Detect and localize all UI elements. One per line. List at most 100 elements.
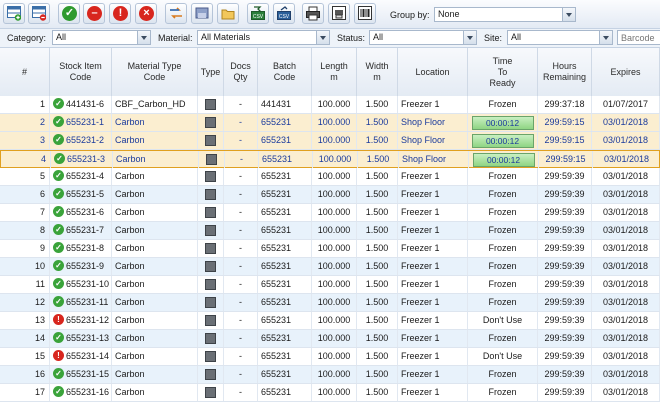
group-by-select[interactable]: None: [434, 7, 576, 22]
col-length[interactable]: Length m: [312, 48, 357, 96]
length-value: 100.000: [312, 222, 357, 239]
col-time-to-ready[interactable]: Time To Ready: [468, 48, 538, 96]
remove-grid-icon: [32, 6, 46, 21]
hours-remaining: 299:59:39: [538, 186, 592, 203]
table-row[interactable]: 10 ✓ 655231-9 Carbon -655231 100.000 1.500 Free…: [0, 258, 660, 276]
hours-remaining: 299:59:39: [538, 258, 592, 275]
barcode-input[interactable]: [617, 30, 660, 45]
width-value: 1.500: [357, 114, 398, 131]
table-row[interactable]: 17 ✓ 655231-16 Carbon -655231 100.000 1.500 Fre…: [0, 384, 660, 402]
table-row[interactable]: 2 ✓ 655231-1 Carbon -655231 100.000 1.500 Shop …: [0, 114, 660, 132]
table-row[interactable]: 3 ✓ 655231-2 Carbon -655231 100.000 1.500 Shop …: [0, 132, 660, 150]
csv-import-button[interactable]: CSV: [247, 3, 269, 24]
chevron-down-icon[interactable]: [562, 8, 575, 21]
status-ok-icon: ✓: [53, 206, 64, 218]
location-value: Freezer 1: [398, 240, 468, 257]
docs-qty: -: [224, 348, 258, 365]
batch-code: 655231: [258, 132, 312, 149]
table-row[interactable]: 9 ✓ 655231-8 Carbon -655231 100.000 1.500 Freez…: [0, 240, 660, 258]
table-row[interactable]: 15! 655231-14 Carbon -655231 100.000 1.500 Fre…: [0, 348, 660, 366]
col-expires[interactable]: Expires: [592, 48, 660, 96]
length-value: 100.000: [312, 384, 357, 401]
status-ok-icon: ✓: [53, 170, 64, 182]
col-docs-qty[interactable]: Docs Qty: [224, 48, 258, 96]
table-row[interactable]: 1 ✓ 441431-6 CBF_Carbon_HD -441431 100.000 1.5…: [0, 96, 660, 114]
stop-button[interactable]: –: [83, 3, 105, 24]
cancel-icon: ×: [139, 6, 154, 21]
cancel-button[interactable]: ×: [135, 3, 157, 24]
location-value: Shop Floor: [399, 151, 469, 168]
type-cell: [198, 96, 224, 113]
hours-remaining: 299:59:39: [538, 276, 592, 293]
col-material-type-code[interactable]: Material Type Code: [112, 48, 198, 96]
stock-item-code: ✓ 655231-7: [50, 222, 112, 239]
batch-code: 655231: [258, 294, 312, 311]
table-row[interactable]: 7 ✓ 655231-6 Carbon -655231 100.000 1.500 Freez…: [0, 204, 660, 222]
chevron-down-icon[interactable]: [137, 31, 150, 44]
transfer-button[interactable]: [165, 3, 187, 24]
location-button[interactable]: [191, 3, 213, 24]
col-stock-item-code[interactable]: Stock Item Code: [50, 48, 112, 96]
time-to-ready: Frozen: [468, 258, 538, 275]
folder-button[interactable]: [217, 3, 239, 24]
table-row[interactable]: 6 ✓ 655231-5 Carbon -655231 100.000 1.500 Freez…: [0, 186, 660, 204]
stock-item-code: ✓ 655231-2: [50, 132, 112, 149]
material-select[interactable]: All Materials: [197, 30, 330, 45]
time-to-ready: Frozen: [468, 384, 538, 401]
stock-item-code-text: 441431-6: [66, 99, 105, 109]
table-row[interactable]: 14 ✓ 655231-13 Carbon -655231 100.000 1.500 Fre…: [0, 330, 660, 348]
chevron-down-icon[interactable]: [599, 31, 612, 44]
docs-qty: -: [224, 132, 258, 149]
col-num[interactable]: #: [0, 48, 50, 96]
roll-type-icon: [205, 171, 216, 183]
status-select[interactable]: All: [369, 30, 477, 45]
length-value: 100.000: [312, 186, 357, 203]
add-grid-button[interactable]: [3, 3, 25, 24]
remove-grid-button[interactable]: [28, 3, 50, 24]
table-row[interactable]: 12 ✓ 655231-11 Carbon -655231 100.000 1.500 Fre…: [0, 294, 660, 312]
site-select[interactable]: All: [507, 30, 613, 45]
expires-date: 03/01/2018: [592, 348, 660, 365]
csv-export-button[interactable]: CSV: [273, 3, 295, 24]
batch-code: 655231: [258, 312, 312, 329]
table-row[interactable]: 5 ✓ 655231-4 Carbon -655231 100.000 1.500 Freez…: [0, 168, 660, 186]
stock-item-code-text: 655231-3: [67, 154, 106, 164]
table-row[interactable]: 13! 655231-12 Carbon -655231 100.000 1.500 Fre…: [0, 312, 660, 330]
time-to-ready: Frozen: [468, 240, 538, 257]
alert-button[interactable]: !: [109, 3, 131, 24]
col-hours-remaining[interactable]: Hours Remaining: [538, 48, 592, 96]
col-type[interactable]: Type: [198, 48, 224, 96]
type-cell: [199, 151, 225, 168]
col-location[interactable]: Location: [398, 48, 468, 96]
batch-code: 655231: [258, 276, 312, 293]
hours-remaining: 299:59:39: [538, 222, 592, 239]
table-row[interactable]: 8 ✓ 655231-7 Carbon -655231 100.000 1.500 Freez…: [0, 222, 660, 240]
batch-code: 655231: [258, 258, 312, 275]
hours-remaining: 299:59:39: [538, 312, 592, 329]
table-row[interactable]: 16 ✓ 655231-15 Carbon -655231 100.000 1.500 Fre…: [0, 366, 660, 384]
batch-code: 655231: [258, 168, 312, 185]
chevron-down-icon[interactable]: [463, 31, 476, 44]
location-value: Freezer 1: [398, 222, 468, 239]
table-row[interactable]: 11 ✓ 655231-10 Carbon -655231 100.000 1.500 Fre…: [0, 276, 660, 294]
col-width[interactable]: Width m: [357, 48, 398, 96]
barcode-button[interactable]: [354, 3, 376, 24]
stock-item-code-text: 655231-16: [66, 387, 110, 397]
material-type-code: Carbon: [112, 384, 198, 401]
chevron-down-icon[interactable]: [316, 31, 329, 44]
roll-type-icon: [205, 243, 216, 255]
table-row[interactable]: 4 ✓ 655231-3 Carbon -655231 100.000 1.500 Shop …: [0, 150, 660, 168]
approve-button[interactable]: ✓: [58, 3, 80, 24]
print-preview-button[interactable]: [328, 3, 350, 24]
status-ok-icon: ✓: [53, 134, 64, 146]
print-button[interactable]: [302, 3, 324, 24]
stock-item-code: ✓ 655231-15: [50, 366, 112, 383]
status-error-icon: !: [53, 350, 64, 362]
col-batch-code[interactable]: Batch Code: [258, 48, 312, 96]
material-type-code: Carbon: [113, 151, 199, 168]
hours-remaining: 299:59:39: [538, 168, 592, 185]
location-value: Freezer 1: [398, 348, 468, 365]
type-cell: [198, 276, 224, 293]
category-select[interactable]: All: [52, 30, 151, 45]
expires-date: 03/01/2018: [592, 186, 660, 203]
